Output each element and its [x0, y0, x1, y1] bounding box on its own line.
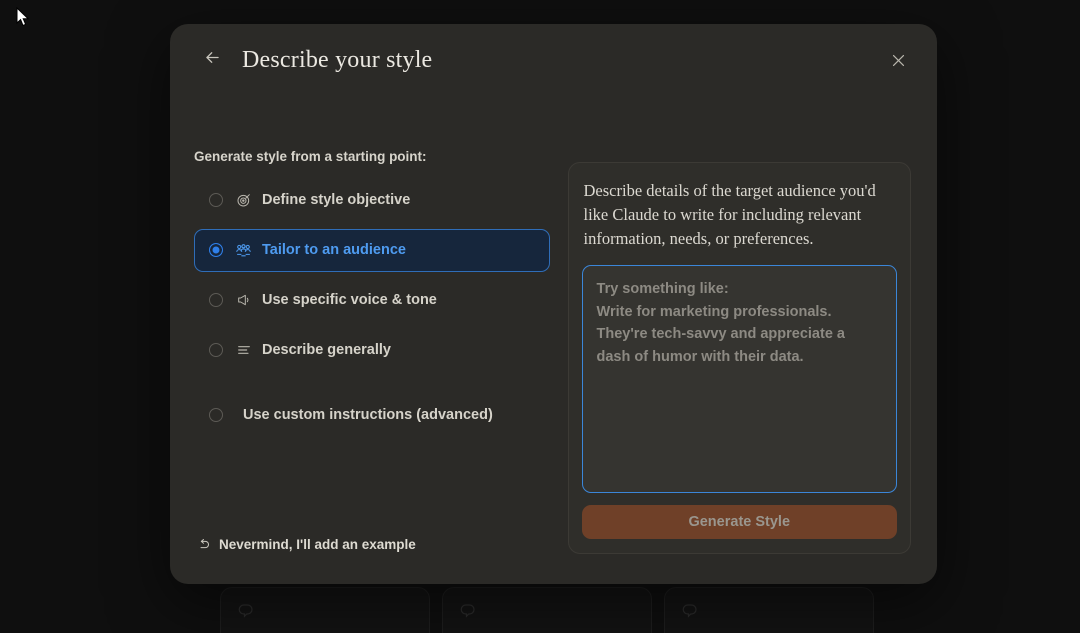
section-label: Generate style from a starting point: — [194, 149, 427, 164]
generate-style-label: Generate Style — [688, 514, 791, 530]
style-input-textarea[interactable]: Try something like: Write for marketing … — [581, 264, 897, 493]
background-card[interactable] — [442, 587, 652, 633]
chat-bubble-icon — [459, 602, 635, 625]
background-card[interactable] — [664, 587, 874, 633]
placeholder-line: dash of humor with their data. — [596, 349, 804, 366]
option-label: Tailor to an audience — [262, 242, 406, 258]
placeholder-line: They're tech-savvy and appreciate a — [596, 326, 845, 343]
option-label: Define style objective — [262, 192, 411, 208]
option-define-style-objective[interactable]: Define style objective — [194, 179, 550, 222]
nevermind-label: Nevermind, I'll add an example — [219, 537, 416, 552]
close-icon — [890, 52, 907, 74]
option-label: Describe generally — [262, 342, 391, 358]
modal-body: Generate style from a starting point: De… — [170, 96, 937, 584]
option-label: Use custom instructions (advanced) — [243, 407, 493, 423]
option-use-specific-voice-tone[interactable]: Use specific voice & tone — [194, 279, 550, 322]
starting-point-column: Generate style from a starting point: De… — [194, 96, 550, 584]
radio-button[interactable] — [209, 343, 223, 357]
arrow-left-icon — [203, 48, 222, 72]
target-icon — [235, 192, 252, 209]
close-button[interactable] — [885, 50, 911, 76]
page-title: Describe your style — [242, 47, 433, 73]
describe-style-modal: Describe your style Generate style from … — [170, 24, 937, 584]
back-button[interactable] — [198, 46, 226, 74]
chat-bubble-icon — [681, 602, 857, 625]
background-card-row — [0, 587, 1080, 633]
placeholder-line: Try something like: — [596, 280, 729, 297]
option-label: Use specific voice & tone — [262, 292, 437, 308]
describe-panel: Describe details of the target audience … — [567, 162, 911, 554]
panel-description: Describe details of the target audience … — [583, 181, 876, 248]
radio-button[interactable] — [209, 243, 223, 257]
generate-style-button[interactable]: Generate Style — [581, 505, 897, 539]
megaphone-icon — [235, 292, 252, 309]
nevermind-add-example-link[interactable]: Nevermind, I'll add an example — [194, 537, 416, 552]
undo-arrow-icon — [196, 537, 211, 552]
radio-button[interactable] — [209, 293, 223, 307]
background-card[interactable] — [220, 587, 430, 633]
option-use-custom-instructions[interactable]: Use custom instructions (advanced) — [194, 394, 550, 437]
radio-button[interactable] — [209, 193, 223, 207]
mouse-cursor — [16, 6, 30, 28]
radio-button[interactable] — [209, 408, 223, 422]
list-lines-icon — [235, 342, 252, 359]
option-tailor-to-an-audience[interactable]: Tailor to an audience — [194, 228, 550, 272]
option-describe-generally[interactable]: Describe generally — [194, 329, 550, 372]
users-group-icon — [235, 242, 252, 259]
chat-bubble-icon — [237, 602, 413, 625]
placeholder-line: Write for marketing professionals. — [596, 303, 832, 320]
modal-header: Describe your style — [170, 24, 937, 96]
starting-point-options: Define style objective Tailor to an audi… — [194, 179, 550, 437]
